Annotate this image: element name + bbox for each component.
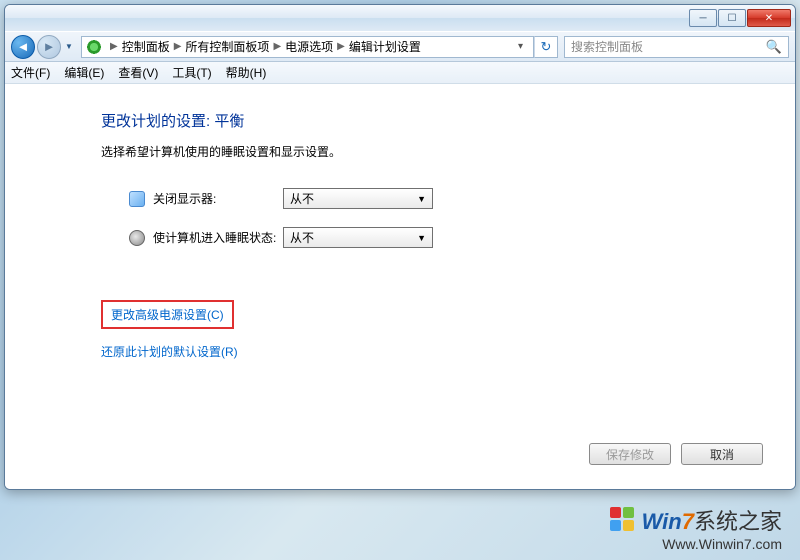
dropdown-value: 从不 [290, 190, 314, 207]
row-turn-off-display: 关闭显示器: 从不 ▼ [129, 188, 771, 209]
watermark-win: Win [642, 509, 682, 534]
watermark-7: 7 [682, 509, 694, 534]
breadcrumb[interactable]: ▶ 控制面板 ▶ 所有控制面板项 ▶ 电源选项 ▶ 编辑计划设置 ▾ [81, 36, 534, 58]
cancel-button[interactable]: 取消 [681, 443, 763, 465]
save-button[interactable]: 保存修改 [589, 443, 671, 465]
watermark-url: Www.Winwin7.com [610, 536, 782, 552]
window-titlebar: ─ ☐ ✕ [5, 5, 795, 31]
chevron-right-icon: ▶ [174, 41, 182, 52]
menu-edit[interactable]: 编辑(E) [64, 64, 104, 81]
chevron-right-icon: ▶ [273, 41, 281, 52]
menu-tools[interactable]: 工具(T) [172, 64, 211, 81]
menu-view[interactable]: 查看(V) [118, 64, 158, 81]
label-sleep: 使计算机进入睡眠状态: [153, 229, 283, 246]
search-icon: 🔍 [766, 39, 782, 55]
button-row: 保存修改 取消 [101, 443, 771, 473]
dropdown-turn-off-display[interactable]: 从不 ▼ [283, 188, 433, 209]
dropdown-value: 从不 [290, 229, 314, 246]
address-bar: ◄ ► ▼ ▶ 控制面板 ▶ 所有控制面板项 ▶ 电源选项 ▶ 编辑计划设置 ▾… [5, 31, 795, 62]
content-area: 更改计划的设置: 平衡 选择希望计算机使用的睡眠设置和显示设置。 关闭显示器: … [5, 84, 795, 489]
dropdown-sleep[interactable]: 从不 ▼ [283, 227, 433, 248]
link-restore-defaults[interactable]: 还原此计划的默认设置(R) [101, 345, 238, 359]
chevron-right-icon: ▶ [110, 41, 118, 52]
links-block: 更改高级电源设置(C) 还原此计划的默认设置(R) [101, 300, 771, 360]
watermark-zh: 系统之家 [694, 509, 782, 534]
search-input[interactable]: 搜索控制面板 🔍 [564, 36, 789, 58]
crumb-control-panel[interactable]: 控制面板 [122, 38, 170, 55]
crumb-power-options[interactable]: 电源选项 [285, 38, 333, 55]
sleep-icon [129, 230, 145, 246]
control-panel-window: ─ ☐ ✕ ◄ ► ▼ ▶ 控制面板 ▶ 所有控制面板项 ▶ 电源选项 ▶ 编辑… [4, 4, 796, 490]
chevron-right-icon: ▶ [337, 41, 345, 52]
nav-history-dropdown[interactable]: ▼ [63, 36, 75, 58]
minimize-button[interactable]: ─ [689, 9, 717, 27]
chevron-down-icon: ▼ [417, 194, 426, 204]
nav-back-button[interactable]: ◄ [11, 35, 35, 59]
nav-forward-button[interactable]: ► [37, 35, 61, 59]
menu-file[interactable]: 文件(F) [11, 64, 50, 81]
page-heading: 更改计划的设置: 平衡 [101, 110, 771, 131]
maximize-button[interactable]: ☐ [718, 9, 746, 27]
menu-help[interactable]: 帮助(H) [226, 64, 267, 81]
menu-bar: 文件(F) 编辑(E) 查看(V) 工具(T) 帮助(H) [5, 62, 795, 84]
windows-flag-icon [610, 507, 636, 533]
search-placeholder: 搜索控制面板 [571, 38, 766, 55]
close-button[interactable]: ✕ [747, 9, 791, 27]
row-sleep: 使计算机进入睡眠状态: 从不 ▼ [129, 227, 771, 248]
chevron-down-icon: ▼ [417, 233, 426, 243]
label-turn-off-display: 关闭显示器: [153, 190, 283, 207]
crumb-all-items[interactable]: 所有控制面板项 [185, 38, 269, 55]
breadcrumb-dropdown-icon[interactable]: ▾ [512, 41, 529, 52]
control-panel-icon [86, 39, 102, 55]
display-icon [129, 191, 145, 207]
refresh-button[interactable]: ↻ [534, 36, 558, 58]
crumb-edit-plan[interactable]: 编辑计划设置 [349, 38, 421, 55]
watermark: Win7系统之家 Www.Winwin7.com [610, 504, 782, 552]
link-advanced-power-settings[interactable]: 更改高级电源设置(C) [101, 300, 234, 329]
page-subtext: 选择希望计算机使用的睡眠设置和显示设置。 [101, 143, 771, 160]
